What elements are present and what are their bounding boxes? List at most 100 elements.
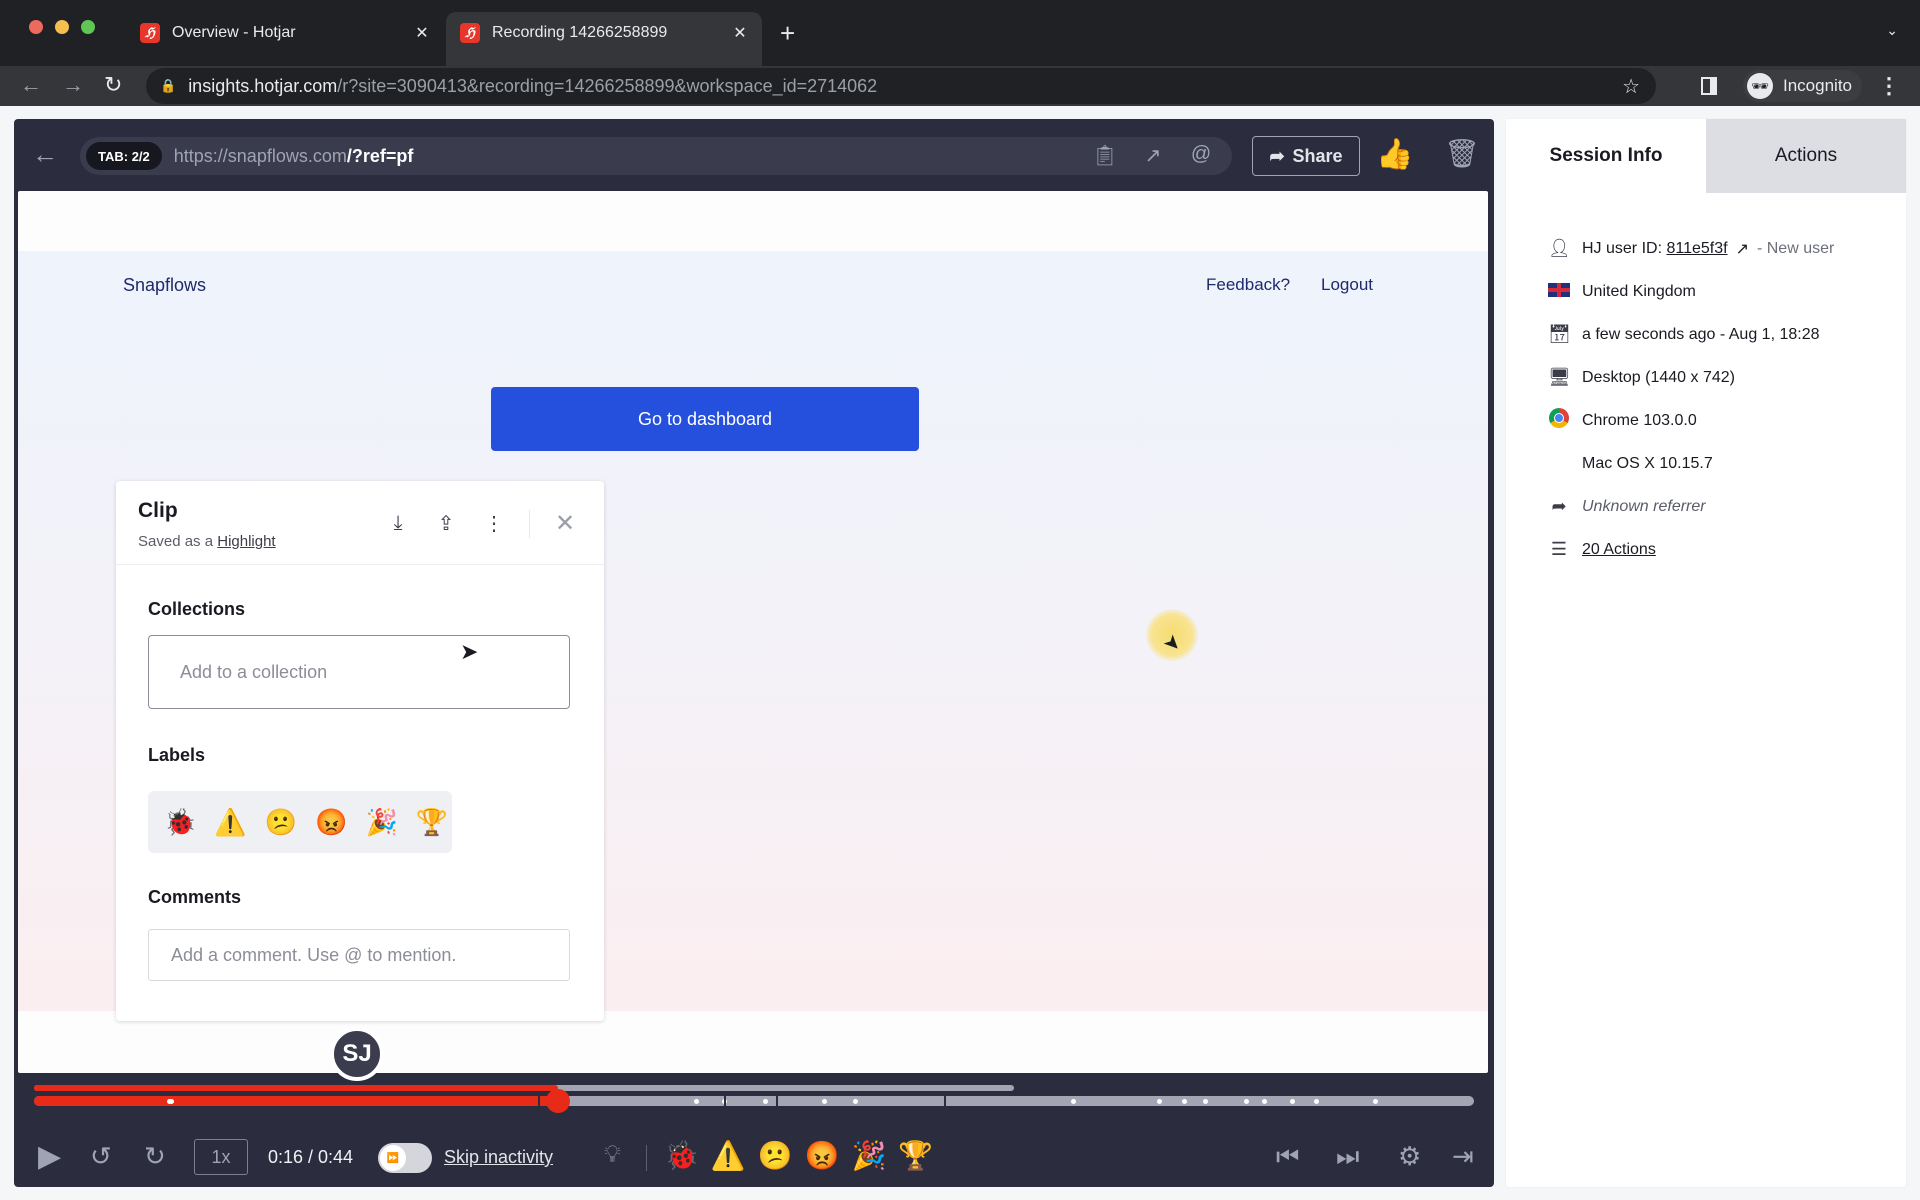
profile-label: Incognito: [1783, 76, 1852, 95]
side-panel-icon[interactable]: [1701, 77, 1717, 95]
browser-version: Chrome 103.0.0: [1582, 411, 1697, 429]
actions-link[interactable]: 20 Actions: [1582, 541, 1656, 559]
browser-tab-overview[interactable]: ℌ Overview - Hotjar ✕: [126, 12, 444, 54]
address-bar[interactable]: 🔒 insights.hotjar.com/r?site=3090413&rec…: [146, 68, 1656, 104]
collection-input[interactable]: Add to a collection: [148, 635, 570, 709]
label-party-icon[interactable]: 🎉: [366, 807, 398, 838]
share-upload-icon[interactable]: ⇪: [433, 511, 459, 536]
timeline-event-dot[interactable]: [1243, 1099, 1249, 1104]
fast-forward-icon: ⏩: [380, 1145, 406, 1171]
skip-inactivity-label[interactable]: Skip inactivity: [444, 1147, 553, 1168]
reload-icon[interactable]: ↻: [104, 72, 122, 98]
tab-actions[interactable]: Actions: [1706, 119, 1906, 193]
mention-icon[interactable]: @: [1188, 143, 1214, 168]
settings-gear-icon[interactable]: ⚙: [1398, 1141, 1421, 1172]
bookmark-star-icon[interactable]: ☆: [1622, 74, 1640, 99]
os-row: Mac OS X 10.15.7: [1548, 442, 1834, 485]
tab-search-chevron-icon[interactable]: ⌄: [1886, 22, 1898, 39]
rewind-10-icon[interactable]: ↺: [90, 1141, 112, 1172]
forward-10-icon[interactable]: ↻: [144, 1141, 166, 1172]
label-confused-icon[interactable]: 😕: [758, 1139, 793, 1172]
download-icon[interactable]: ⤓: [385, 512, 411, 535]
hotjar-icon: ℌ: [460, 23, 480, 43]
os-version: Mac OS X 10.15.7: [1582, 454, 1713, 472]
label-trophy-icon[interactable]: 🏆: [898, 1139, 933, 1172]
label-warning-icon[interactable]: ⚠️: [711, 1139, 746, 1172]
external-link-icon[interactable]: ↗: [1736, 239, 1749, 259]
tab-title: Overview - Hotjar: [172, 24, 296, 41]
comments-label: Comments: [148, 887, 242, 907]
close-tab-icon[interactable]: ✕: [410, 23, 434, 43]
label-party-icon[interactable]: 🎉: [852, 1139, 887, 1172]
label-angry-icon[interactable]: 😡: [805, 1139, 840, 1172]
lightbulb-icon[interactable]: 💡︎: [604, 1141, 621, 1169]
label-bug-icon[interactable]: 🐞: [664, 1139, 699, 1172]
timeline-event-dot[interactable]: [1070, 1099, 1076, 1104]
timeline-event-dot[interactable]: [693, 1099, 699, 1104]
actions-row: ☰ 20 Actions: [1548, 528, 1834, 571]
copy-url-icon[interactable]: 📋︎: [1092, 143, 1118, 168]
label-trophy-icon[interactable]: 🏆: [416, 807, 448, 838]
label-confused-icon[interactable]: 😕: [265, 807, 297, 838]
timeline-event-dot[interactable]: [821, 1099, 827, 1104]
label-angry-icon[interactable]: 😡: [315, 807, 347, 838]
player-controls: ▶ ↺ ↻ 1x 0:16 / 0:44 ⏩ Skip inactivity 💡…: [14, 1127, 1494, 1187]
timeline-page-separator: [538, 1096, 540, 1106]
window-close-button[interactable]: [29, 20, 43, 34]
playback-timeline[interactable]: [34, 1083, 1474, 1119]
new-tab-button[interactable]: +: [780, 20, 795, 46]
back-arrow-icon[interactable]: ←: [32, 139, 58, 170]
browser-tab-bar: ℌ Overview - Hotjar ✕ ℌ Recording 142662…: [0, 0, 1920, 66]
previous-recording-icon[interactable]: ⏮︎: [1276, 1141, 1299, 1173]
trash-icon[interactable]: 🗑︎: [1444, 137, 1480, 170]
session-date: a few seconds ago - Aug 1, 18:28: [1582, 325, 1820, 343]
open-external-icon[interactable]: ↗: [1140, 143, 1166, 168]
avatar: SJ: [330, 1027, 384, 1081]
player-header: ← TAB: 2/2 https://snapflows.com/?ref=pf…: [14, 119, 1494, 191]
tab-session-info[interactable]: Session Info: [1506, 119, 1706, 193]
close-tab-icon[interactable]: ✕: [728, 23, 752, 43]
more-options-icon[interactable]: ⋮: [481, 511, 507, 536]
highlight-link[interactable]: Highlight: [217, 533, 275, 550]
clip-panel: Clip Saved as a Highlight ⤓ ⇪ ⋮ ✕ Collec…: [116, 481, 604, 1021]
next-recording-icon[interactable]: ⏭︎: [1336, 1141, 1359, 1173]
window-maximize-button[interactable]: [81, 20, 95, 34]
comment-input[interactable]: Add a comment. Use @ to mention.: [148, 929, 570, 981]
skip-inactivity-toggle[interactable]: ⏩: [378, 1143, 432, 1173]
close-icon[interactable]: ✕: [552, 509, 578, 538]
site-nav-logout: Logout: [1321, 275, 1373, 294]
divider: [529, 509, 530, 538]
time-display: 0:16 / 0:44: [268, 1147, 354, 1167]
thumbs-up-icon[interactable]: 👍: [1376, 137, 1413, 172]
label-warning-icon[interactable]: ⚠️: [214, 807, 246, 838]
browser-menu-icon[interactable]: ⋮: [1878, 73, 1900, 99]
incognito-profile-button[interactable]: 🕶 Incognito: [1743, 70, 1862, 102]
playback-speed-button[interactable]: 1x: [194, 1139, 248, 1175]
url-path: /r?site=3090413&recording=14266258899&wo…: [337, 75, 878, 96]
session-sidebar: Session Info Actions 👤︎ HJ user ID: 811e…: [1506, 119, 1906, 1187]
forward-arrow-icon[interactable]: →: [62, 72, 84, 98]
play-icon[interactable]: ▶: [38, 1139, 61, 1174]
quick-labels: 🐞 ⚠️ 😕 😡 🎉 🏆: [664, 1139, 933, 1172]
window-minimize-button[interactable]: [55, 20, 69, 34]
device: Desktop (1440 x 742): [1582, 368, 1735, 386]
scrubber-handle[interactable]: [545, 1089, 570, 1113]
site-nav-feedback: Feedback?: [1206, 275, 1291, 294]
list-icon: ☰: [1550, 539, 1568, 559]
clip-title: Clip: [138, 499, 178, 522]
back-arrow-icon[interactable]: ←: [20, 72, 42, 98]
session-info-list: 👤︎ HJ user ID: 811e5f3f ↗ - New user Uni…: [1548, 227, 1834, 571]
go-to-dashboard-button: Go to dashboard: [491, 387, 919, 451]
recording-viewport: Snapflows Feedback? Logout Go to dashboa…: [18, 191, 1488, 1073]
share-button[interactable]: ➦ Share: [1252, 136, 1360, 176]
user-id-link[interactable]: 811e5f3f: [1666, 240, 1727, 258]
label-bug-icon[interactable]: 🐞: [164, 807, 196, 838]
timeline-visited-fill: [34, 1085, 558, 1091]
timeline-event-dot[interactable]: [762, 1099, 768, 1104]
collapse-sidebar-icon[interactable]: ⇥: [1452, 1141, 1474, 1172]
timeline-event-dot[interactable]: [1181, 1099, 1187, 1104]
browser-tab-recording[interactable]: ℌ Recording 14266258899 ✕: [446, 12, 762, 66]
referrer-arrow-icon: ➦: [1551, 496, 1567, 516]
timeline-event-dot[interactable]: [1289, 1099, 1295, 1104]
url-host: insights.hotjar.com: [188, 75, 338, 96]
